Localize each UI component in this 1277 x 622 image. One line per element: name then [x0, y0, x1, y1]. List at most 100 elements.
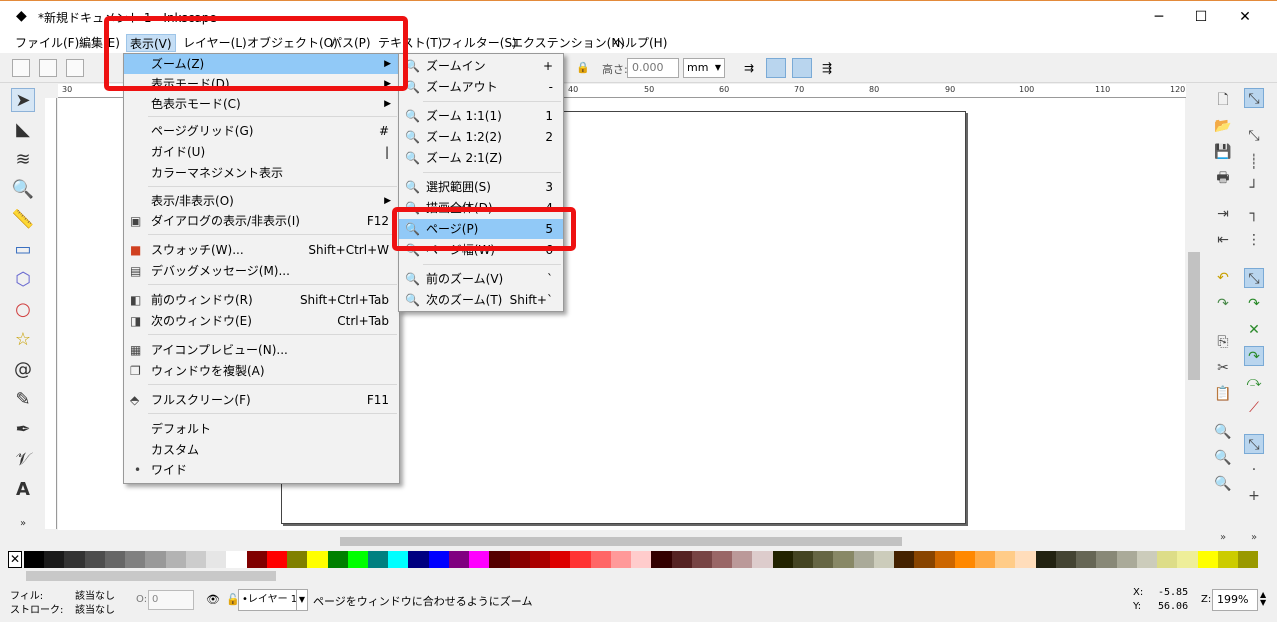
snap-bbox-icon[interactable]: ⤡ — [1244, 126, 1264, 146]
height-input[interactable]: 0.000 — [627, 58, 679, 78]
zoom-1-1-item[interactable]: 🔍 ズーム 1:1(1) 1 — [399, 106, 563, 126]
stroke-value[interactable]: 該当なし — [75, 601, 115, 616]
deselect-icon[interactable] — [66, 59, 84, 77]
color-swatch[interactable] — [711, 551, 733, 568]
color-swatch[interactable] — [894, 551, 915, 568]
lock-icon[interactable]: 🔒 — [576, 61, 590, 74]
transform-stroke-icon[interactable]: ⇉ — [744, 61, 754, 75]
color-swatch[interactable] — [246, 551, 267, 568]
paste-icon[interactable]: 📋 — [1213, 384, 1233, 404]
color-swatch[interactable] — [813, 551, 834, 568]
zoom-out-item[interactable]: 🔍 ズームアウト - — [399, 77, 563, 97]
zoom-in-item[interactable]: 🔍 ズームイン + — [399, 56, 563, 76]
color-swatch[interactable] — [1177, 551, 1198, 568]
zoom-page-icon[interactable]: 🔍 — [1213, 474, 1233, 494]
open-folder-icon[interactable]: 📂 — [1213, 116, 1233, 136]
selector-tool-icon[interactable]: ➤ — [11, 88, 35, 112]
view-menu-item-custom[interactable]: カスタム — [124, 440, 399, 460]
view-menu-item-swatches[interactable]: ■ スウォッチ(W)... Shift+Ctrl+W — [124, 240, 399, 260]
measure-tool-icon[interactable]: 📏 — [11, 208, 35, 232]
color-swatch[interactable] — [44, 551, 65, 568]
view-menu-item-guides[interactable]: ガイド(U) | — [124, 142, 399, 162]
color-swatch[interactable] — [1197, 551, 1218, 568]
color-swatch[interactable] — [590, 551, 611, 568]
color-swatch[interactable] — [610, 551, 632, 568]
more-tools-icon[interactable]: » — [11, 512, 35, 536]
view-menu-item-default[interactable]: デフォルト — [124, 419, 399, 439]
view-menu-item-dialogs[interactable]: ▣ ダイアログの表示/非表示(I) F12 — [124, 211, 399, 231]
tweak-tool-icon[interactable]: ≋ — [11, 148, 35, 172]
color-swatch[interactable] — [934, 551, 955, 568]
color-swatch[interactable] — [84, 551, 105, 568]
opacity-input[interactable]: 0 — [148, 590, 194, 610]
no-paint-icon[interactable]: ✕ — [8, 551, 22, 568]
color-swatch[interactable] — [954, 551, 976, 568]
color-swatch[interactable] — [995, 551, 1016, 568]
color-swatch[interactable] — [1015, 551, 1036, 568]
color-swatch[interactable] — [226, 551, 247, 568]
color-swatch[interactable] — [772, 551, 793, 568]
color-swatch[interactable] — [914, 551, 935, 568]
view-menu-item-color-management[interactable]: カラーマネジメント表示 — [124, 163, 399, 183]
color-swatch[interactable] — [1238, 551, 1259, 568]
color-swatch[interactable] — [469, 551, 490, 568]
ellipse-tool-icon[interactable]: ○ — [11, 298, 35, 322]
color-swatch[interactable] — [732, 551, 753, 568]
view-menu-item-next-window[interactable]: ◨ 次のウィンドウ(E) Ctrl+Tab — [124, 311, 399, 331]
snap-bbox-mid-icon[interactable]: ┐ — [1244, 204, 1264, 224]
star-tool-icon[interactable]: ☆ — [11, 328, 35, 352]
zoom-stepper-icon[interactable]: ▲ ▼ — [1260, 591, 1266, 607]
more-commands-icon[interactable]: » — [1213, 528, 1233, 548]
menu-file[interactable]: ファイル(F) — [12, 34, 82, 52]
color-swatch[interactable] — [651, 551, 672, 568]
color-swatch[interactable] — [287, 551, 308, 568]
spiral-tool-icon[interactable]: @ — [11, 358, 35, 382]
transform-gradient-icon[interactable] — [792, 58, 812, 78]
view-menu-item-icon-preview[interactable]: ▦ アイコンプレビュー(N)... — [124, 340, 399, 360]
color-swatch[interactable] — [631, 551, 652, 568]
select-all-layers-icon[interactable] — [39, 59, 57, 77]
copy-icon[interactable]: ⎘ — [1213, 332, 1233, 352]
view-menu-item-wide[interactable]: • ワイド — [124, 460, 399, 480]
color-swatch[interactable] — [752, 551, 773, 568]
zoom-1-2-item[interactable]: 🔍 ズーム 1:2(2) 2 — [399, 127, 563, 147]
view-menu-item-debug-messages[interactable]: ▤ デバッグメッセージ(M)... — [124, 261, 399, 281]
palette-scrollbar[interactable] — [8, 569, 1270, 584]
color-swatch[interactable] — [570, 551, 591, 568]
color-swatch[interactable] — [104, 551, 126, 568]
color-palette[interactable] — [24, 551, 1259, 568]
snap-cusp-icon[interactable]: ↷ — [1244, 346, 1264, 366]
color-swatch[interactable] — [529, 551, 551, 568]
transform-pattern-icon[interactable]: ⇶ — [822, 61, 832, 75]
color-swatch[interactable] — [307, 551, 328, 568]
eye-icon[interactable]: 👁 — [206, 593, 220, 606]
snap-bbox-center-icon[interactable]: ⋮ — [1244, 230, 1264, 250]
vertical-scroll-thumb[interactable] — [1188, 252, 1200, 380]
pen-tool-icon[interactable]: ✒ — [11, 418, 35, 442]
color-swatch[interactable] — [145, 551, 166, 568]
new-document-icon[interactable]: 🗋 — [1213, 90, 1233, 110]
3dbox-tool-icon[interactable]: ⬡ — [11, 268, 35, 292]
color-swatch[interactable] — [24, 551, 45, 568]
snap-others-icon[interactable]: ⤡ — [1244, 434, 1264, 454]
layer-select[interactable]: •レイヤー 1 ▼ — [238, 589, 308, 611]
view-menu-item-duplicate-window[interactable]: ❐ ウィンドウを複製(A) — [124, 361, 399, 381]
color-swatch[interactable] — [1096, 551, 1117, 568]
undo-icon[interactable]: ↶ — [1213, 268, 1233, 288]
color-swatch[interactable] — [975, 551, 996, 568]
color-swatch[interactable] — [64, 551, 85, 568]
color-swatch[interactable] — [671, 551, 692, 568]
fill-value[interactable]: 該当なし — [75, 587, 115, 602]
zoom-drawing-icon[interactable]: 🔍 — [1213, 448, 1233, 468]
view-menu-item-color-mode[interactable]: 色表示モード(C) ▶ — [124, 94, 399, 114]
snap-toggle-icon[interactable]: ⤡ — [1244, 88, 1264, 108]
view-menu-item-fullscreen[interactable]: ⬘ フルスクリーン(F) F11 — [124, 390, 399, 410]
view-menu-item-prev-window[interactable]: ◧ 前のウィンドウ(R) Shift+Ctrl+Tab — [124, 290, 399, 310]
color-swatch[interactable] — [1217, 551, 1239, 568]
calligraphy-tool-icon[interactable]: 𝒱 — [11, 448, 35, 472]
palette-scroll-thumb[interactable] — [26, 571, 276, 581]
snap-midpoint-icon[interactable]: ⟋ — [1244, 398, 1264, 418]
color-swatch[interactable] — [206, 551, 227, 568]
view-menu-item-page-grid[interactable]: ページグリッド(G) # — [124, 121, 399, 141]
color-swatch[interactable] — [873, 551, 895, 568]
